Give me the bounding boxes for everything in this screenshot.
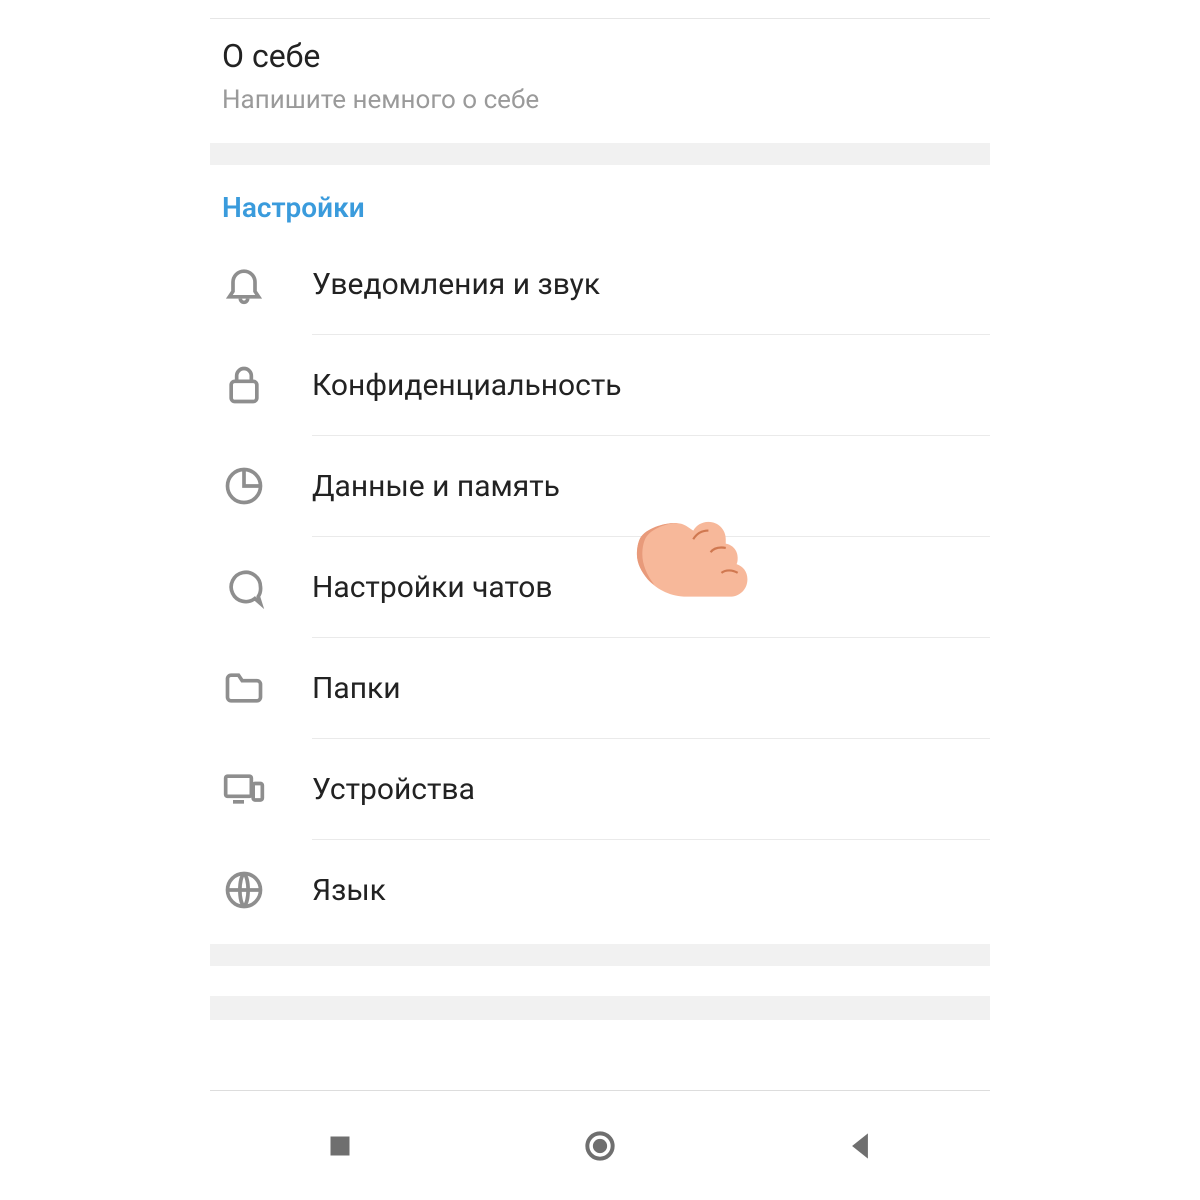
chat-icon bbox=[222, 565, 312, 609]
settings-item-language[interactable]: Язык bbox=[210, 840, 990, 940]
settings-item-devices[interactable]: Устройства bbox=[210, 739, 990, 839]
content-area: О себе Напишите немного о себе Настройки… bbox=[210, 0, 990, 1200]
section-divider bbox=[210, 143, 990, 165]
bio-title: О себе bbox=[222, 37, 978, 75]
settings-header-text: Настройки bbox=[222, 191, 365, 224]
settings-item-label: Данные и память bbox=[312, 469, 990, 504]
globe-icon bbox=[222, 868, 312, 912]
settings-item-label: Конфиденциальность bbox=[312, 368, 990, 403]
android-nav-bar bbox=[210, 1090, 990, 1200]
folder-icon bbox=[222, 666, 312, 710]
settings-item-data-storage[interactable]: Данные и память bbox=[210, 436, 990, 536]
settings-item-label: Настройки чатов bbox=[312, 570, 990, 605]
settings-header: Настройки bbox=[210, 165, 990, 234]
settings-item-label: Устройства bbox=[312, 772, 990, 807]
nav-recent-button[interactable] bbox=[310, 1116, 370, 1176]
spacer bbox=[210, 966, 990, 996]
settings-item-folders[interactable]: Папки bbox=[210, 638, 990, 738]
settings-item-label: Уведомления и звук bbox=[312, 267, 990, 302]
settings-item-label: Язык bbox=[312, 873, 990, 908]
bell-icon bbox=[222, 262, 312, 306]
settings-item-label: Папки bbox=[312, 671, 990, 706]
screen: О себе Напишите немного о себе Настройки… bbox=[0, 0, 1200, 1200]
settings-item-notifications[interactable]: Уведомления и звук bbox=[210, 234, 990, 334]
nav-back-button[interactable] bbox=[830, 1116, 890, 1176]
bio-subtitle: Напишите немного о себе bbox=[222, 85, 978, 115]
pie-icon bbox=[222, 464, 312, 508]
nav-home-button[interactable] bbox=[570, 1116, 630, 1176]
settings-item-privacy[interactable]: Конфиденциальность bbox=[210, 335, 990, 435]
settings-item-chat-settings[interactable]: Настройки чатов bbox=[210, 537, 990, 637]
bio-section[interactable]: О себе Напишите немного о себе bbox=[210, 19, 990, 143]
lock-icon bbox=[222, 363, 312, 407]
section-divider bbox=[210, 996, 990, 1020]
section-divider bbox=[210, 944, 990, 966]
devices-icon bbox=[222, 767, 312, 811]
